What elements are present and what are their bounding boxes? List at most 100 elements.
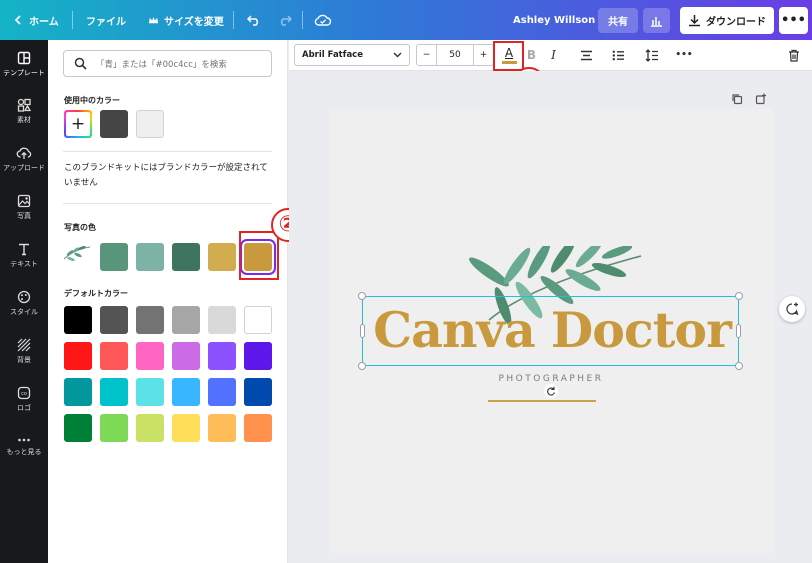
download-button[interactable]: ダウンロード bbox=[680, 7, 774, 34]
rail-item-photo[interactable]: 写真 bbox=[0, 194, 48, 221]
default-color-swatch[interactable] bbox=[64, 342, 92, 370]
in-use-swatch[interactable] bbox=[100, 110, 128, 138]
highlight-box-2 bbox=[239, 231, 279, 280]
default-color-swatch[interactable] bbox=[172, 414, 200, 442]
default-color-swatch[interactable] bbox=[136, 414, 164, 442]
add-page-button[interactable] bbox=[755, 90, 769, 105]
default-color-swatch[interactable] bbox=[208, 342, 236, 370]
resize-button[interactable]: サイズを変更 bbox=[148, 0, 224, 40]
analytics-button[interactable] bbox=[643, 8, 670, 33]
align-button[interactable] bbox=[578, 44, 594, 66]
undo-button[interactable] bbox=[247, 0, 261, 40]
resize-handle[interactable] bbox=[358, 292, 366, 300]
design-subtitle-text[interactable]: PHOTOGRAPHER bbox=[329, 374, 773, 384]
resize-handle[interactable] bbox=[735, 292, 743, 300]
search-placeholder: 「青」または「#00c4cc」を検索 bbox=[96, 59, 227, 70]
rail-item-more[interactable]: もっと見る bbox=[0, 436, 48, 457]
rail-item-template[interactable]: テンプレート bbox=[0, 51, 48, 78]
bold-button[interactable]: B bbox=[525, 44, 538, 66]
rail-item-style[interactable]: スタイル bbox=[0, 290, 48, 317]
font-size-input[interactable]: 50 bbox=[437, 50, 473, 60]
duplicate-icon bbox=[732, 94, 743, 105]
default-color-swatch[interactable] bbox=[172, 306, 200, 334]
divider bbox=[63, 151, 272, 152]
trash-icon bbox=[789, 49, 799, 62]
photo-color-swatch[interactable] bbox=[172, 243, 200, 271]
template-icon bbox=[17, 51, 31, 65]
rail-item-text[interactable]: テキスト bbox=[0, 242, 48, 269]
download-label: ダウンロード bbox=[706, 17, 766, 28]
default-colors-title: デフォルトカラー bbox=[64, 289, 128, 298]
chevron-down-icon bbox=[393, 52, 402, 58]
svg-text:co: co bbox=[21, 391, 27, 397]
default-color-swatch[interactable] bbox=[64, 414, 92, 442]
redo-button[interactable] bbox=[278, 0, 292, 40]
file-label: ファイル bbox=[86, 16, 126, 28]
default-color-swatch[interactable] bbox=[244, 378, 272, 406]
default-color-swatch[interactable] bbox=[208, 414, 236, 442]
duplicate-page-button[interactable] bbox=[731, 90, 745, 105]
rail-label: スタイル bbox=[10, 308, 38, 316]
photo-icon bbox=[17, 194, 31, 208]
default-color-swatch[interactable] bbox=[100, 342, 128, 370]
default-color-swatch[interactable] bbox=[100, 306, 128, 334]
photo-thumbnail[interactable] bbox=[61, 239, 93, 269]
spacing-button[interactable] bbox=[644, 44, 660, 66]
default-color-swatch[interactable] bbox=[100, 378, 128, 406]
rail-item-elements[interactable]: 素材 bbox=[0, 98, 48, 125]
resize-handle[interactable] bbox=[735, 362, 743, 370]
default-color-swatch[interactable] bbox=[208, 378, 236, 406]
share-button[interactable]: 共有 bbox=[598, 8, 638, 33]
default-color-swatch[interactable] bbox=[244, 342, 272, 370]
home-button[interactable]: ホーム bbox=[12, 0, 59, 40]
crown-icon bbox=[148, 16, 159, 23]
color-panel: 「青」または「#00c4cc」を検索 使用中のカラー + このブランドキットには… bbox=[48, 40, 305, 563]
default-color-swatch[interactable] bbox=[208, 306, 236, 334]
rail-label: 写真 bbox=[17, 212, 31, 220]
decrease-size-button[interactable]: − bbox=[417, 45, 437, 65]
add-color-button[interactable]: + bbox=[64, 110, 92, 138]
rail-item-upload[interactable]: アップロード bbox=[0, 146, 48, 173]
font-family-dropdown[interactable]: Abril Fatface bbox=[294, 44, 410, 66]
default-color-swatch[interactable] bbox=[136, 342, 164, 370]
italic-button[interactable]: I bbox=[547, 44, 560, 66]
increase-size-button[interactable]: + bbox=[473, 45, 493, 65]
file-menu[interactable]: ファイル bbox=[86, 0, 126, 40]
add-page-icon bbox=[755, 93, 766, 105]
search-icon bbox=[74, 57, 87, 70]
in-use-swatch[interactable] bbox=[136, 110, 164, 138]
default-color-swatch[interactable] bbox=[172, 342, 200, 370]
more-options-button[interactable]: ••• bbox=[675, 44, 693, 66]
add-comment-button[interactable] bbox=[779, 296, 805, 322]
delete-button[interactable] bbox=[786, 44, 802, 66]
rail-label: テキスト bbox=[10, 260, 38, 268]
rail-label: 素材 bbox=[17, 116, 31, 124]
photo-color-swatch[interactable] bbox=[100, 243, 128, 271]
divider bbox=[72, 11, 73, 29]
list-button[interactable] bbox=[610, 44, 626, 66]
color-search-input[interactable]: 「青」または「#00c4cc」を検索 bbox=[63, 50, 272, 77]
photo-colors-title: 写真の色 bbox=[64, 223, 96, 232]
rail-item-background[interactable]: 背景 bbox=[0, 338, 48, 365]
default-color-swatch[interactable] bbox=[136, 378, 164, 406]
default-color-swatch[interactable] bbox=[172, 378, 200, 406]
cloud-sync-button[interactable] bbox=[314, 0, 332, 40]
rotate-handle[interactable] bbox=[544, 384, 558, 398]
resize-handle[interactable] bbox=[358, 362, 366, 370]
upload-icon bbox=[16, 147, 32, 159]
more-button[interactable]: ••• bbox=[779, 7, 808, 34]
default-color-swatch[interactable] bbox=[64, 306, 92, 334]
design-title-text[interactable]: Canva Doctor bbox=[365, 301, 739, 359]
default-color-swatch[interactable] bbox=[244, 306, 272, 334]
default-color-swatch[interactable] bbox=[100, 414, 128, 442]
design-page[interactable]: Canva Doctor PHOTOGRAPHER bbox=[329, 109, 773, 553]
side-rail: テンプレート 素材 アップロード 写真 テキスト スタイル 背景 co ロゴ も… bbox=[0, 40, 48, 563]
default-color-swatch[interactable] bbox=[64, 378, 92, 406]
rail-item-logo[interactable]: co ロゴ bbox=[0, 386, 48, 413]
undo-icon bbox=[247, 15, 259, 26]
photo-color-swatch[interactable] bbox=[208, 243, 236, 271]
default-color-swatch[interactable] bbox=[244, 414, 272, 442]
photo-color-swatch[interactable] bbox=[136, 243, 164, 271]
default-color-swatch[interactable] bbox=[136, 306, 164, 334]
divider bbox=[233, 11, 234, 29]
